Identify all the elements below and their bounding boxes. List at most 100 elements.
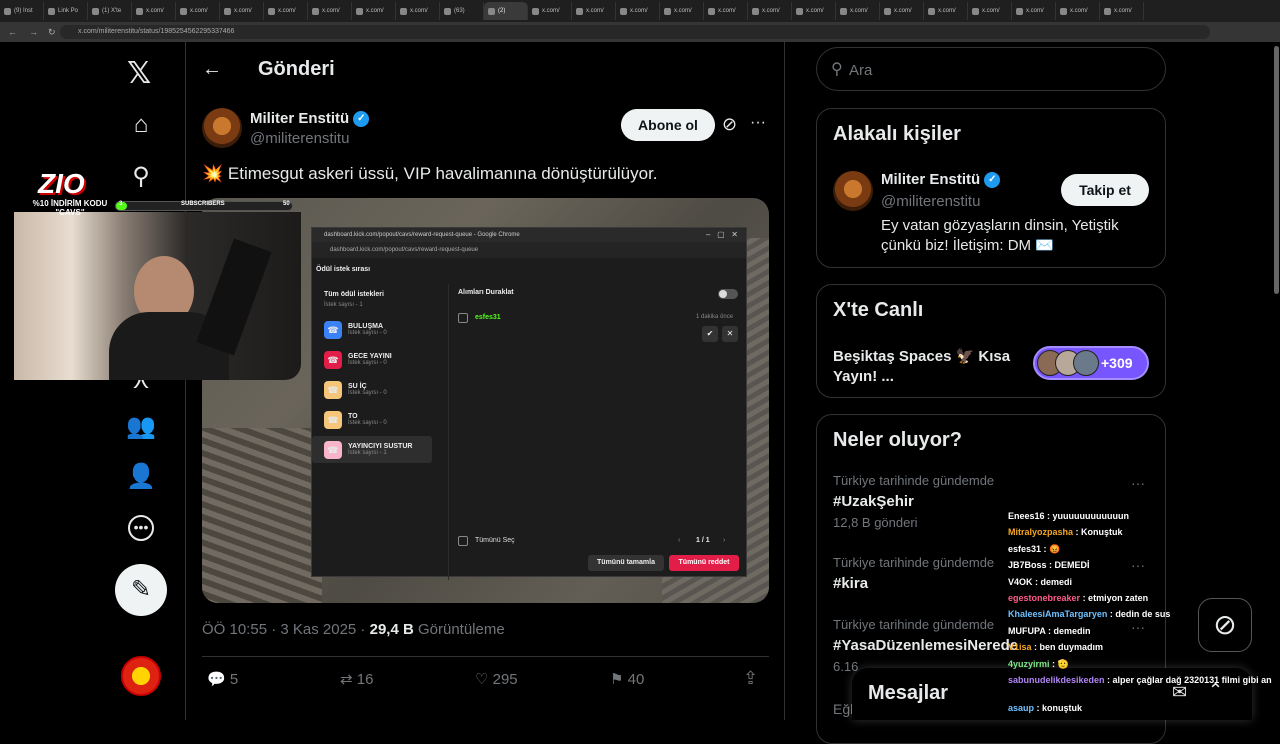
chat-username[interactable]: esfes31 (1008, 544, 1041, 554)
tab-favicon (1016, 7, 1023, 15)
browser-tab[interactable]: x.com/ (528, 2, 572, 20)
subscribe-button[interactable]: Abone ol (621, 109, 715, 141)
browser-tab[interactable]: x.com/ (176, 2, 220, 20)
home-icon[interactable]: ⌂ (126, 110, 156, 140)
browser-tab[interactable]: x.com/ (748, 2, 792, 20)
chat-username[interactable]: sabunudelikdesikeden (1008, 675, 1105, 685)
more-icon[interactable]: ••• (128, 515, 154, 541)
browser-tab[interactable]: x.com/ (968, 2, 1012, 20)
x-logo-icon[interactable]: 𝕏 (127, 56, 151, 91)
page-scrollbar[interactable] (1274, 46, 1279, 294)
request-user[interactable]: esfes31 (475, 314, 501, 321)
browser-tab[interactable]: x.com/ (132, 2, 176, 20)
browser-tab[interactable]: x.com/ (880, 2, 924, 20)
related-handle[interactable]: @militerenstitu (881, 193, 980, 210)
browser-tab[interactable]: (2) (484, 2, 528, 20)
all-rewards-title[interactable]: Tüm ödül istekleri (324, 291, 384, 298)
browser-tab[interactable]: x.com/ (836, 2, 880, 20)
browser-tab[interactable]: x.com/ (572, 2, 616, 20)
grok-explain-icon[interactable]: ⊘ (722, 114, 737, 135)
chat-message: V1isa : ben duymadım (1008, 642, 1278, 658)
reply-button[interactable]: 💬 5 (207, 670, 238, 688)
browser-tab[interactable]: (1) X'te (88, 2, 132, 20)
browser-tab[interactable]: (9) Inst (0, 2, 44, 20)
back-arrow-icon[interactable]: ← (8, 27, 17, 37)
profile-icon[interactable]: 👤 (126, 462, 156, 492)
chat-username[interactable]: asaup (1008, 703, 1034, 713)
url-field[interactable]: x.com/militerenstitu/status/198525456229… (60, 25, 1210, 39)
forward-arrow-icon[interactable]: → (29, 27, 38, 37)
views-label: Görüntüleme (417, 621, 505, 638)
browser-tab[interactable]: x.com/ (308, 2, 352, 20)
browser-tab[interactable]: x.com/ (1012, 2, 1056, 20)
pause-toggle[interactable] (718, 289, 738, 299)
left-divider (185, 42, 186, 720)
chat-username[interactable]: MUFUPA (1008, 626, 1046, 636)
space-title[interactable]: Beşiktaş Spaces 🦅 Kısa Yayın! ... (833, 347, 1023, 387)
like-button[interactable]: ♡ 295 (475, 670, 518, 688)
chat-text: : Konuştuk (1075, 527, 1123, 538)
reject-icon[interactable]: ✕ (722, 326, 738, 342)
author-handle[interactable]: @militerenstitu (250, 130, 349, 147)
reward-name: SU İÇ (348, 383, 367, 390)
select-all-checkbox[interactable] (458, 536, 468, 546)
back-arrow-icon[interactable]: ← (202, 58, 222, 81)
follow-button[interactable]: Takip et (1061, 174, 1149, 206)
trend-more-icon[interactable]: ··· (1131, 475, 1145, 491)
browser-tab[interactable]: x.com/ (924, 2, 968, 20)
request-checkbox[interactable] (458, 313, 468, 323)
chat-username[interactable]: 4yuzyirmi (1008, 659, 1050, 669)
space-listeners-pill[interactable]: +309 (1033, 346, 1149, 380)
author-avatar[interactable] (202, 108, 242, 148)
next-page-icon[interactable]: › (723, 537, 725, 544)
related-avatar[interactable] (833, 171, 873, 211)
reward-icon: ☎ (324, 410, 342, 429)
browser-tab[interactable]: x.com/ (704, 2, 748, 20)
complete-all-button[interactable]: Tümünü tamamla (588, 555, 664, 571)
browser-tab[interactable]: x.com/ (1100, 2, 1144, 20)
accept-icon[interactable]: ✔ (702, 326, 718, 342)
prev-page-icon[interactable]: ‹ (678, 537, 680, 544)
reward-item[interactable]: ☎ BULUŞMA İstek sayısı - 0 (312, 316, 432, 343)
browser-tab[interactable]: x.com/ (264, 2, 308, 20)
reload-icon[interactable]: ↻ (48, 27, 56, 38)
browser-tab[interactable]: x.com/ (792, 2, 836, 20)
post-more-icon[interactable]: ··· (750, 114, 766, 132)
popup-divider (448, 284, 449, 580)
post-compose-button[interactable]: ✎ (115, 564, 167, 616)
repost-button[interactable]: ⇄ 16 (340, 670, 373, 688)
browser-tab[interactable]: x.com/ (396, 2, 440, 20)
tab-favicon (268, 7, 275, 15)
browser-tab[interactable]: x.com/ (660, 2, 704, 20)
explore-search-icon[interactable]: ⚲ (126, 162, 156, 192)
reward-item[interactable]: ☎ SU İÇ İstek sayısı - 0 (312, 376, 432, 403)
share-icon[interactable]: ⇪ (743, 668, 758, 689)
chat-username[interactable]: egestonebreaker (1008, 593, 1080, 603)
popup-header: Ödül istek sırası (316, 266, 371, 273)
chat-username[interactable]: Enees16 (1008, 511, 1045, 521)
chat-username[interactable]: JB7Boss (1008, 560, 1047, 570)
reward-item[interactable]: ☎ TO İstek sayısı - 0 (312, 406, 432, 433)
chat-username[interactable]: V4OK (1008, 577, 1033, 587)
browser-tab[interactable]: (63) (440, 2, 484, 20)
reward-item[interactable]: ☎ GECE YAYINI İstek sayısı - 0 (312, 346, 432, 373)
chat-username[interactable]: KhaleesiAmaTargaryen (1008, 609, 1107, 619)
chat-username[interactable]: V1isa (1008, 642, 1032, 652)
account-avatar[interactable] (121, 656, 161, 696)
bookmark-button[interactable]: ⚑ 40 (610, 670, 644, 688)
chat-username[interactable]: Mitralyozpasha (1008, 527, 1073, 537)
browser-tab[interactable]: x.com/ (352, 2, 396, 20)
tab-label: Link Po (58, 8, 79, 14)
author-name[interactable]: Militer Enstitü ✓ (250, 110, 370, 128)
browser-tab[interactable]: Link Po (44, 2, 88, 20)
related-name[interactable]: Militer Enstitü ✓ (881, 171, 1001, 189)
browser-tab[interactable]: x.com/ (1056, 2, 1100, 20)
reject-all-button[interactable]: Tümünü reddet (669, 555, 739, 571)
browser-tab[interactable]: x.com/ (220, 2, 264, 20)
search-box[interactable]: ⚲ Ara (816, 47, 1166, 91)
heart-icon: ♡ (475, 671, 489, 688)
browser-tab[interactable]: x.com/ (616, 2, 660, 20)
communities-icon[interactable]: 👥 (126, 412, 156, 442)
reward-item[interactable]: ☎ YAYINCIYI SUSTUR İstek sayısı - 1 (312, 436, 432, 463)
window-controls[interactable]: – ▢ ✕ (706, 228, 738, 242)
